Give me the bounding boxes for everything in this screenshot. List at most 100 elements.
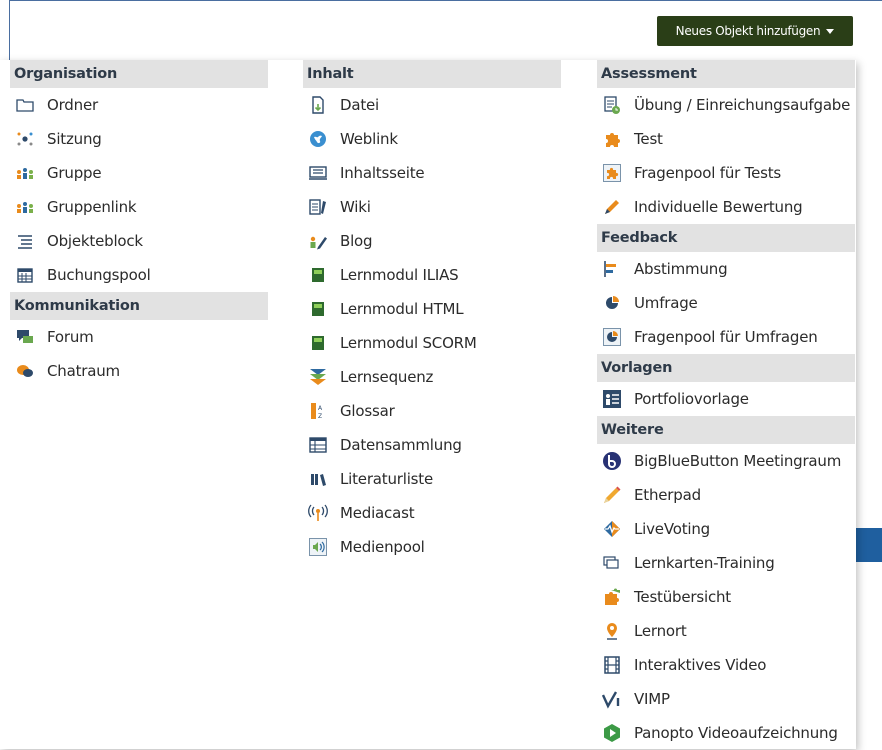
menu-item-label: Lernmodul ILIAS (340, 266, 459, 284)
bigbluebutton-icon (602, 451, 622, 471)
menu-item-label: Etherpad (634, 486, 701, 504)
menu-item-lernmodul-html[interactable]: Lernmodul HTML (303, 292, 561, 326)
menu-item-test[interactable]: Test (597, 122, 855, 156)
folder-icon (15, 95, 35, 115)
menu-item-weblink[interactable]: Weblink (303, 122, 561, 156)
media-pool-icon (308, 537, 328, 557)
portfolio-icon (602, 389, 622, 409)
menu-item-lernmodul-scorm[interactable]: Lernmodul SCORM (303, 326, 561, 360)
panopto-icon (602, 723, 622, 743)
menu-item-objekteblock[interactable]: Objekteblock (10, 224, 268, 258)
menu-item-umfrage[interactable]: Umfrage (597, 286, 855, 320)
menu-item-label: Ordner (47, 96, 98, 114)
wiki-icon (308, 197, 328, 217)
group-header-vorlagen: Vorlagen (597, 354, 855, 382)
menu-item-vimp[interactable]: VIMP (597, 682, 855, 716)
menu-item-mediacast[interactable]: Mediacast (303, 496, 561, 530)
menu-item-datei[interactable]: Datei (303, 88, 561, 122)
survey-icon (602, 293, 622, 313)
menu-item-label: Portfoliovorlage (634, 390, 749, 408)
blog-icon (308, 231, 328, 251)
menu-item-testuebersicht[interactable]: Testübersicht (597, 580, 855, 614)
menu-item-lernort[interactable]: Lernort (597, 614, 855, 648)
menu-item-label: Chatraum (47, 362, 120, 380)
module-icon (308, 333, 328, 353)
menu-item-label: Mediacast (340, 504, 415, 522)
menu-item-portfoliovorlage[interactable]: Portfoliovorlage (597, 382, 855, 416)
calendar-icon (15, 265, 35, 285)
vimp-icon (602, 689, 622, 709)
group-header-kommunikation: Kommunikation (10, 292, 268, 320)
chat-icon (15, 361, 35, 381)
menu-item-etherpad[interactable]: Etherpad (597, 478, 855, 512)
page-icon (308, 163, 328, 183)
menu-item-label: Forum (47, 328, 94, 346)
menu-item-sitzung[interactable]: Sitzung (10, 122, 268, 156)
menu-item-label: BigBlueButton Meetingraum (634, 452, 842, 470)
group-header-weitere: Weitere (597, 416, 855, 444)
menu-item-label: Übung / Einreichungsaufgabe (634, 96, 851, 114)
menu-item-label: Individuelle Bewertung (634, 198, 803, 216)
menu-item-label: Umfrage (634, 294, 698, 312)
menu-item-forum[interactable]: Forum (10, 320, 268, 354)
menu-item-lernkarten-training[interactable]: Lernkarten-Training (597, 546, 855, 580)
menu-item-label: Interaktives Video (634, 656, 767, 674)
add-new-object-button[interactable]: Neues Objekt hinzufügen (657, 16, 853, 46)
menu-item-interaktives-video[interactable]: Interaktives Video (597, 648, 855, 682)
menu-item-label: Sitzung (47, 130, 102, 148)
menu-item-label: Abstimmung (634, 260, 728, 278)
file-download-icon (308, 95, 328, 115)
menu-item-abstimmung[interactable]: Abstimmung (597, 252, 855, 286)
menu-item-label: Weblink (340, 130, 398, 148)
group-header-feedback: Feedback (597, 224, 855, 252)
svg-text:A: A (318, 405, 323, 412)
module-icon (308, 265, 328, 285)
menu-item-label: Datei (340, 96, 380, 114)
menu-item-buchungspool[interactable]: Buchungspool (10, 258, 268, 292)
menu-item-label: Panopto Videoaufzeichnung (634, 724, 838, 742)
menu-item-inhaltsseite[interactable]: Inhaltsseite (303, 156, 561, 190)
menu-item-gruppenlink[interactable]: Gruppenlink (10, 190, 268, 224)
menu-item-blog[interactable]: Blog (303, 224, 561, 258)
menu-item-livevoting[interactable]: LiveVoting (597, 512, 855, 546)
livevoting-icon (602, 519, 622, 539)
menu-item-fragenpool-umfragen[interactable]: Fragenpool für Umfragen (597, 320, 855, 354)
session-icon (15, 129, 35, 149)
menu-item-label: Objekteblock (47, 232, 143, 250)
sequence-icon (308, 367, 328, 387)
menu-item-gruppe[interactable]: Gruppe (10, 156, 268, 190)
menu-item-bigbluebutton[interactable]: BigBlueButton Meetingraum (597, 444, 855, 478)
group-header-organisation: Organisation (10, 60, 268, 88)
menu-item-label: Lernort (634, 622, 687, 640)
svg-text:Z: Z (318, 413, 322, 420)
menu-item-wiki[interactable]: Wiki (303, 190, 561, 224)
group-link-icon (15, 197, 35, 217)
film-icon (602, 655, 622, 675)
menu-item-label: Glossar (340, 402, 395, 420)
menu-item-individuelle-bewertung[interactable]: Individuelle Bewertung (597, 190, 855, 224)
menu-item-lernsequenz[interactable]: Lernsequenz (303, 360, 561, 394)
menu-item-literaturliste[interactable]: Literaturliste (303, 462, 561, 496)
module-icon (308, 299, 328, 319)
menu-item-label: Fragenpool für Umfragen (634, 328, 818, 346)
group-icon (15, 163, 35, 183)
column-2: Inhalt Datei Weblink Inhaltsseite Wiki B… (303, 60, 561, 564)
menu-item-uebung[interactable]: Übung / Einreichungsaufgabe (597, 88, 855, 122)
books-icon (308, 469, 328, 489)
menu-item-chatraum[interactable]: Chatraum (10, 354, 268, 388)
menu-item-panopto[interactable]: Panopto Videoaufzeichnung (597, 716, 855, 750)
menu-item-label: Buchungspool (47, 266, 151, 284)
glossary-icon: AZ (308, 401, 328, 421)
menu-item-ordner[interactable]: Ordner (10, 88, 268, 122)
column-1: Organisation Ordner Sitzung Gruppe Grupp… (10, 60, 268, 388)
menu-item-medienpool[interactable]: Medienpool (303, 530, 561, 564)
menu-item-label: Gruppenlink (47, 198, 137, 216)
menu-item-label: Datensammlung (340, 436, 462, 454)
poll-icon (602, 259, 622, 279)
etherpad-pencil-icon (602, 485, 622, 505)
menu-item-glossar[interactable]: A Z Glossar (303, 394, 561, 428)
list-icon (15, 231, 35, 251)
menu-item-fragenpool-tests[interactable]: Fragenpool für Tests (597, 156, 855, 190)
menu-item-datensammlung[interactable]: Datensammlung (303, 428, 561, 462)
menu-item-lernmodul-ilias[interactable]: Lernmodul ILIAS (303, 258, 561, 292)
